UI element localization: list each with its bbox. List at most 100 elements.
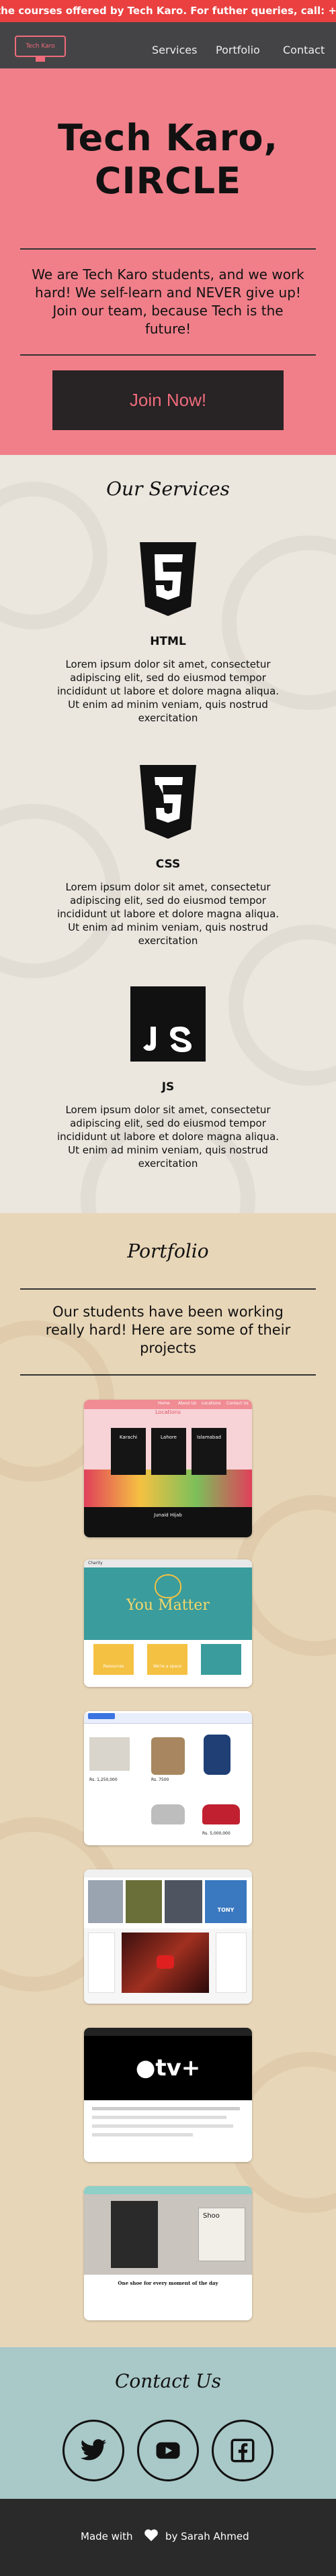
- heart-icon: [144, 2529, 158, 2542]
- thumb-headline: You Matter: [126, 1597, 210, 1614]
- product-price: Rs. 5,000,000: [202, 1831, 230, 1836]
- thumb-logo: tv+: [155, 2055, 201, 2081]
- location-card: Lahore: [151, 1428, 186, 1475]
- service-description-html: Lorem ipsum dolor sit amet, consectetur …: [56, 658, 280, 724]
- thumb-footer-links: [84, 2100, 252, 2162]
- nav-link-contact[interactable]: Contact: [283, 44, 325, 56]
- portfolio-project-marketplace[interactable]: Rs. 1,250,000 Rs. 7500 Rs. 5,000,000: [84, 1711, 252, 1845]
- facebook-button[interactable]: [212, 2420, 274, 2481]
- footer-line: [92, 2124, 233, 2128]
- portfolio-project-gallery[interactable]: TONY: [84, 1869, 252, 2004]
- resource-card: We're a space: [147, 1644, 187, 1675]
- photo-tile: [88, 1880, 123, 1923]
- join-now-button[interactable]: Join Now!: [52, 370, 284, 430]
- promo-brand: Shoo: [203, 2212, 220, 2220]
- html5-icon: [140, 542, 196, 616]
- site-logo[interactable]: Tech Karo: [15, 36, 66, 57]
- apple-icon: ●: [135, 2055, 156, 2081]
- thumb-product-grid: Rs. 1,250,000 Rs. 7500 Rs. 5,000,000: [84, 1724, 252, 1845]
- thumb-footer-name: Junaid Hijab: [154, 1512, 182, 1518]
- footer-author: by Sarah Ahmed: [165, 2530, 249, 2542]
- css3-icon: [140, 765, 196, 839]
- portfolio-project-shoes[interactable]: Shoo One shoe for every moment of the da…: [84, 2186, 252, 2320]
- thumb-navbar: [84, 2028, 252, 2036]
- twitter-button[interactable]: [62, 2420, 124, 2481]
- thumb-hero: Shoo: [84, 2194, 252, 2275]
- services-section: Our Services HTML Lorem ipsum dolor sit …: [0, 455, 336, 1213]
- service-name-css: CSS: [155, 858, 181, 871]
- footer-line: [92, 2107, 240, 2110]
- service-description-js: Lorem ipsum dolor sit amet, consectetur …: [56, 1104, 280, 1170]
- logo-text: Tech Karo: [26, 43, 55, 50]
- thumb-nav-home: Home: [158, 1401, 170, 1406]
- backpack-image: [204, 1735, 230, 1775]
- marquee-text: the courses offered by Tech Karo. For fu…: [0, 5, 336, 17]
- service-description-css: Lorem ipsum dolor sit amet, consectetur …: [56, 881, 280, 947]
- facebook-icon: [230, 2438, 255, 2463]
- portfolio-intro: Our students have been working really ha…: [45, 1304, 291, 1356]
- logo-stand-shape: [36, 57, 45, 62]
- top-navbar: Tech Karo Services Portfolio Contact: [0, 22, 336, 68]
- service-name-html: HTML: [150, 635, 186, 648]
- thumb-nav-contact: Contact Us: [226, 1401, 249, 1406]
- service-name-js: JS: [161, 1080, 175, 1094]
- heart-icon: [155, 1574, 181, 1598]
- portfolio-project-charity[interactable]: Charity You Matter Resources We're a spa…: [84, 1559, 252, 1687]
- person-image: [111, 2201, 158, 2268]
- hero-divider-top: [20, 248, 316, 250]
- product-price: Rs. 1,250,000: [89, 1778, 118, 1782]
- hero-title-line1: Tech Karo,: [57, 117, 279, 159]
- photo-tile: TONY: [205, 1880, 247, 1923]
- product-image: [89, 1737, 130, 1771]
- card-label: Resources: [103, 1664, 124, 1669]
- location-card-label: Islamabad: [196, 1435, 222, 1440]
- hero-title-line2: CIRCLE: [94, 160, 242, 202]
- thumb-navbar: [84, 1713, 252, 1724]
- hero-section: Tech Karo, CIRCLE We are Tech Karo stude…: [0, 68, 336, 455]
- card-label: We're a space: [153, 1664, 182, 1669]
- thumb-tagline: One shoe for every moment of the day: [84, 2275, 252, 2320]
- thumb-navbar: [84, 1869, 252, 1877]
- background-swirl: [0, 482, 108, 629]
- js-icon: [130, 986, 206, 1062]
- nav-link-services[interactable]: Services: [152, 44, 197, 56]
- contact-section: Contact Us: [0, 2347, 336, 2499]
- youtube-icon: [156, 2442, 180, 2459]
- footer-line: [92, 2133, 193, 2136]
- portfolio-project-apple-tv[interactable]: ●tv+: [84, 2028, 252, 2162]
- thumb-body: Locations Karachi Lahore Islamabad: [84, 1409, 252, 1507]
- sidebar-panel: [88, 1933, 115, 1993]
- play-icon: [157, 1955, 174, 1969]
- car-image: [202, 1804, 240, 1824]
- tile-badge: TONY: [217, 1907, 235, 1913]
- sidebar-panel: [216, 1933, 247, 1993]
- flowers-image: [84, 1470, 252, 1507]
- search-bar: [88, 1713, 115, 1719]
- background-swirl: [228, 925, 336, 1086]
- product-price: Rs. 7500: [151, 1778, 169, 1782]
- thumb-nav-locations: Locations: [202, 1401, 221, 1406]
- location-card-label: Lahore: [161, 1435, 177, 1440]
- thumb-navbar: Charity: [84, 1559, 252, 1567]
- announcement-marquee: the courses offered by Tech Karo. For fu…: [0, 0, 336, 22]
- thumb-image-strip: TONY: [84, 1877, 252, 1928]
- location-card: Karachi: [111, 1428, 146, 1475]
- handbag-image: [151, 1737, 185, 1775]
- thumb-headline: One shoe for every moment of the day: [118, 2280, 218, 2286]
- thumb-nav-about: About Us: [178, 1401, 197, 1406]
- hero-title: Tech Karo, CIRCLE: [0, 117, 336, 203]
- promo-panel: Shoo: [198, 2208, 245, 2261]
- thumb-hero: ●tv+: [84, 2036, 252, 2100]
- portfolio-title: Portfolio: [127, 1240, 209, 1262]
- twitter-icon: [80, 2439, 107, 2461]
- footer-made-with: Made with: [81, 2530, 133, 2542]
- resource-card: [201, 1644, 241, 1675]
- youtube-button[interactable]: [137, 2420, 199, 2481]
- photo-tile: [165, 1880, 202, 1923]
- footer-line: [92, 2116, 226, 2119]
- nav-link-portfolio[interactable]: Portfolio: [216, 44, 260, 56]
- thumb-brand: Charity: [88, 1561, 103, 1565]
- thumb-navbar: [84, 2186, 252, 2194]
- services-title: Our Services: [106, 478, 230, 500]
- portfolio-project-locations[interactable]: Home About Us Locations Contact Us Locat…: [84, 1400, 252, 1537]
